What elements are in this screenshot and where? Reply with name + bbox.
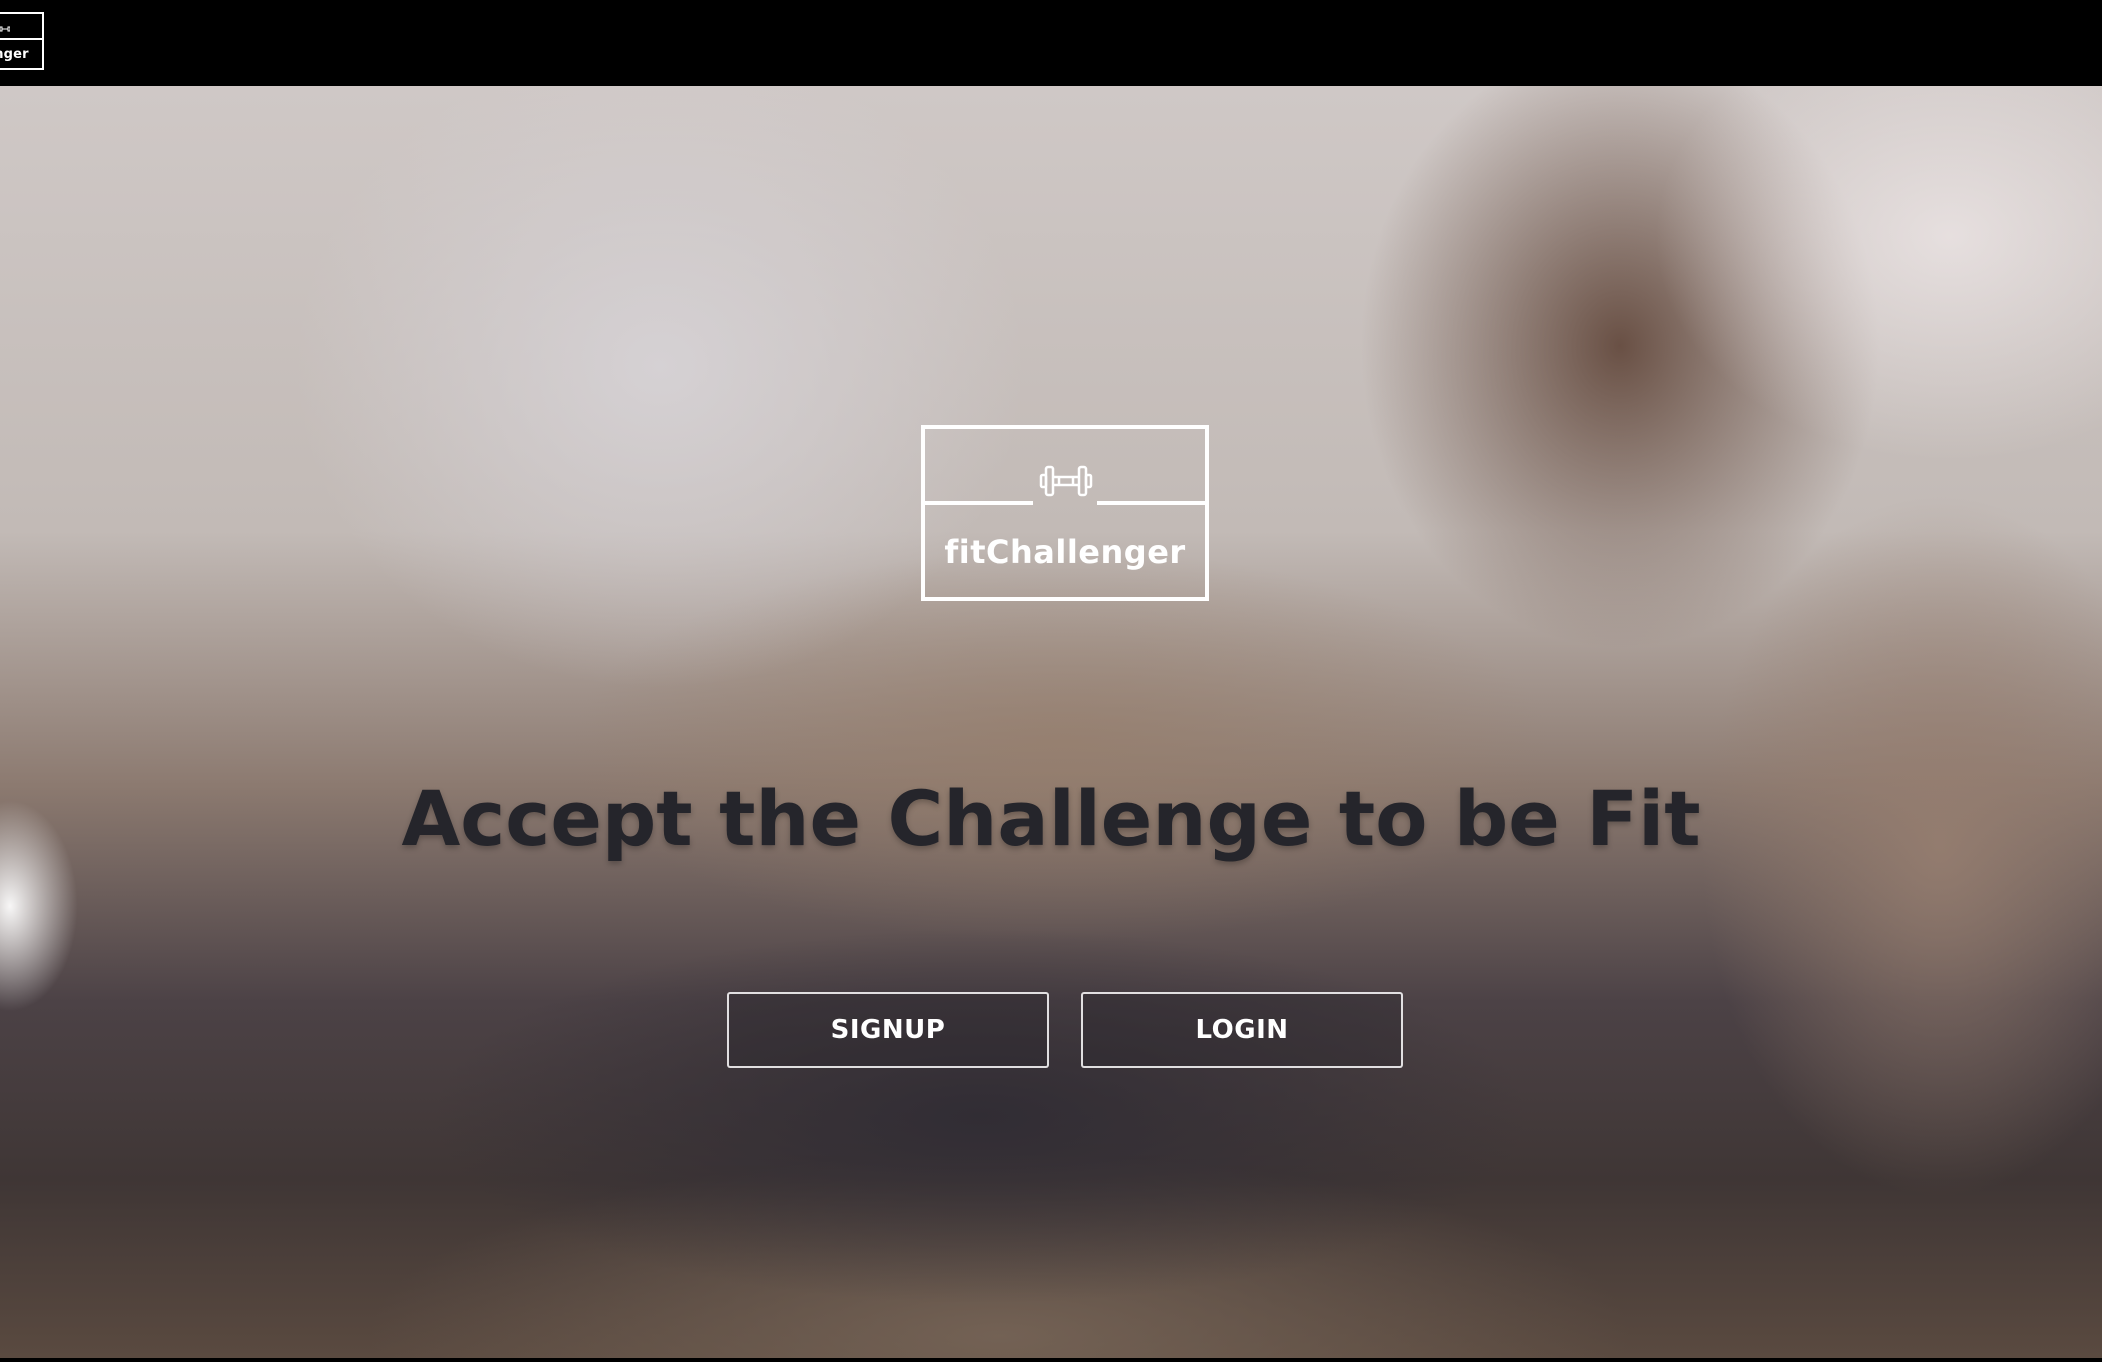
brand-name: fitChallenger [944,533,1186,571]
dumbbell-icon [0,26,10,32]
dumbbell-icon [1039,465,1093,497]
hero-tagline: Accept the Challenge to be Fit [401,774,1701,863]
navbar-logo-divider [0,38,42,40]
bottom-edge [0,1358,2102,1362]
hero-section: fitChallenger Accept the Challenge to be… [0,86,2102,1358]
hero-logo: fitChallenger [921,425,1209,601]
logo-divider-right [1097,501,1205,505]
top-navbar: enger [0,0,2102,86]
login-button[interactable]: LOGIN [1081,992,1403,1068]
logo-divider-left [925,501,1033,505]
navbar-logo[interactable]: enger [0,12,44,70]
signup-button[interactable]: SIGNUP [727,992,1049,1068]
navbar-logo-text: enger [0,47,29,62]
